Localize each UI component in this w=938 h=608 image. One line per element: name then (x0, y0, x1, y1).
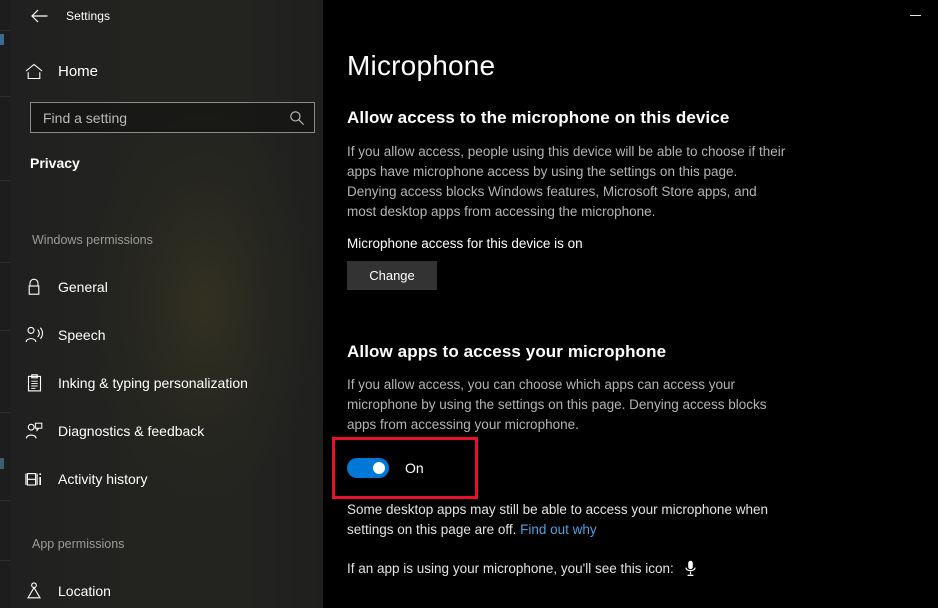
change-button[interactable]: Change (347, 261, 437, 290)
device-access-description: If you allow access, people using this d… (347, 144, 786, 219)
sidebar-item-inking-typing-personalization-label: Inking & typing personalization (58, 375, 248, 391)
navigation-pane: Settings Home Find a setting Privacy Win… (10, 0, 323, 608)
search-input[interactable]: Find a setting (30, 102, 315, 133)
location-pin-icon (10, 582, 58, 600)
apps-access-heading: Allow apps to access your microphone (347, 342, 667, 361)
minimize-button[interactable] (892, 0, 938, 30)
background-window-sliver (0, 0, 10, 608)
toggle-knob (373, 462, 385, 474)
window-title: Settings (66, 9, 111, 23)
home-icon (10, 63, 58, 80)
lock-icon (10, 278, 58, 296)
sidebar-item-general-label: General (58, 279, 108, 295)
apps-access-description: If you allow access, you can choose whic… (347, 377, 767, 432)
sidebar-item-home[interactable]: Home (10, 56, 323, 86)
device-access-status: Microphone access for this device is on (347, 236, 583, 251)
sidebar-item-general[interactable]: General (10, 273, 323, 301)
apps-access-toggle-row: On (347, 458, 424, 478)
sidebar-item-activity-history[interactable]: Activity history (10, 465, 323, 493)
sidebar-item-speech-label: Speech (58, 327, 106, 343)
speech-person-icon (10, 326, 58, 344)
device-access-heading: Allow access to the microphone on this d… (347, 108, 730, 127)
sidebar-item-speech[interactable]: Speech (10, 321, 323, 349)
sidebar-item-diagnostics-feedback-label: Diagnostics & feedback (58, 423, 205, 439)
microphone-icon-note-text: If an app is using your microphone, you'… (347, 561, 674, 576)
sidebar-item-activity-history-label: Activity history (58, 471, 148, 487)
desktop-apps-note: Some desktop apps may still be able to a… (347, 500, 787, 540)
sidebar-item-home-label: Home (58, 62, 99, 80)
sidebar-item-inking-typing-personalization[interactable]: Inking & typing personalization (10, 369, 323, 397)
sidebar-category-title: Privacy (30, 155, 80, 171)
clipboard-icon (10, 374, 58, 392)
settings-window: Settings Home Find a setting Privacy Win… (0, 0, 938, 608)
sidebar-group-header-app-permissions: App permissions (32, 537, 125, 551)
person-feedback-icon (10, 422, 58, 440)
find-out-why-link[interactable]: Find out why (520, 522, 597, 537)
microphone-icon-note: If an app is using your microphone, you'… (347, 560, 697, 577)
apps-access-toggle[interactable] (347, 458, 389, 478)
minimize-icon (909, 14, 921, 16)
search-icon[interactable] (280, 110, 314, 126)
sidebar-item-location[interactable]: Location (10, 577, 323, 605)
search-placeholder: Find a setting (43, 109, 128, 126)
activity-history-icon (10, 471, 58, 488)
sidebar-item-location-label: Location (58, 583, 111, 599)
sidebar-item-diagnostics-feedback[interactable]: Diagnostics & feedback (10, 417, 323, 445)
microphone-icon (684, 560, 697, 577)
content-pane: Microphone Allow access to the microphon… (323, 0, 938, 608)
back-arrow-icon[interactable] (18, 0, 60, 32)
page-title: Microphone (347, 50, 496, 81)
apps-access-toggle-label: On (405, 460, 424, 476)
sidebar-group-header-windows-permissions: Windows permissions (32, 233, 153, 247)
title-bar: Settings (10, 0, 323, 32)
